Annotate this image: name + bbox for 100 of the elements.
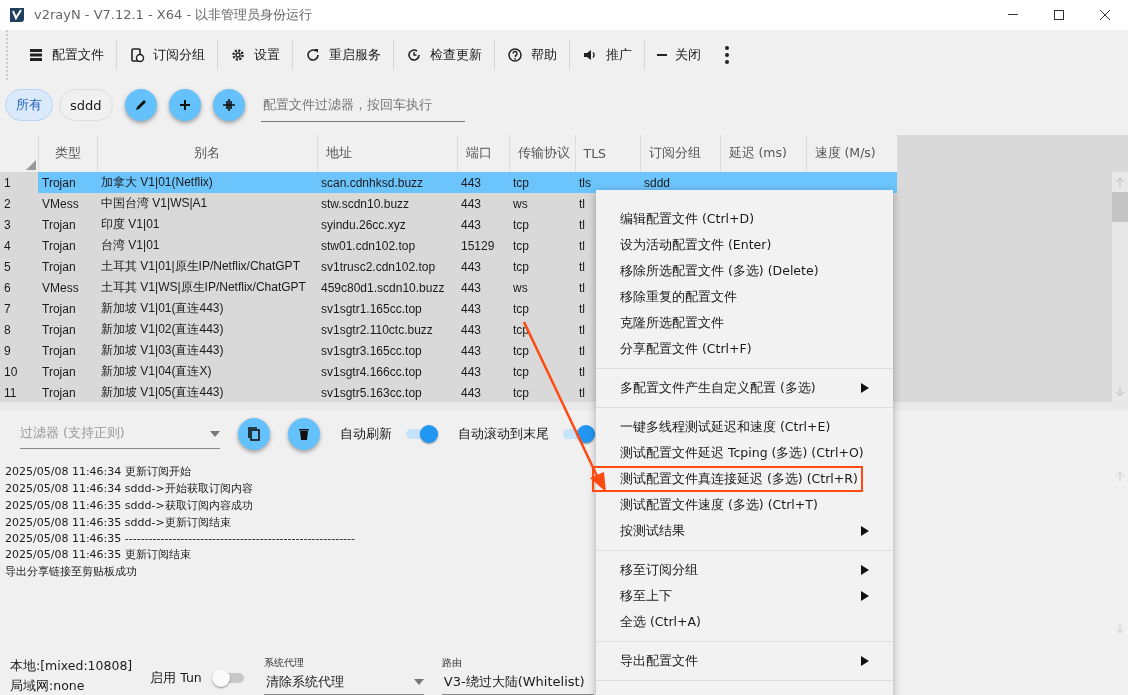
menu-item[interactable]: 导出配置文件 — [596, 648, 893, 674]
delete-button[interactable] — [288, 418, 320, 450]
menu-item[interactable]: 测试配置文件真连接延迟 (多选) (Ctrl+R) — [592, 466, 863, 492]
table-cell: tcp — [513, 343, 529, 358]
log-line: 2025/05/08 11:46:35 更新订阅结束 — [5, 547, 191, 562]
profile-filter-field[interactable]: 配置文件过滤器，按回车执行 — [260, 88, 465, 122]
logo-icon — [8, 6, 26, 24]
menu-item[interactable]: 分享配置文件 (Ctrl+F) — [596, 336, 893, 362]
table-cell: tl — [579, 280, 585, 295]
menu-item[interactable]: 编辑配置文件 (Ctrl+D) — [596, 206, 893, 232]
toolbar-button[interactable]: 配置文件 — [16, 39, 116, 71]
toggle-label: 自动滚动到末尾 — [458, 425, 549, 443]
table-cell: sv1sgtr2.110ctc.buzz — [321, 322, 433, 337]
toolbar-button[interactable]: 帮助 — [495, 39, 569, 71]
table-cell: tl — [579, 385, 585, 400]
dropdown-arrow-icon[interactable] — [413, 679, 424, 685]
field-label: 路由 — [441, 656, 463, 670]
menu-item[interactable]: 全选 (Ctrl+A) — [596, 609, 893, 635]
column-header[interactable]: 地址 — [317, 135, 457, 172]
group-tab[interactable]: sddd — [59, 89, 113, 121]
table-cell: Trojan — [42, 364, 76, 379]
table-cell: sv1sgtr3.165cc.top — [321, 343, 422, 358]
menu-item[interactable]: 设为活动配置文件 (Enter) — [596, 232, 893, 258]
row-number: 10 — [3, 363, 19, 381]
toolbar-button[interactable]: 设置 — [218, 39, 292, 71]
gear-icon — [230, 47, 246, 63]
auto-refresh-toggle[interactable] — [404, 425, 438, 443]
auto-scroll-toggle[interactable] — [561, 425, 595, 443]
copy-icon — [246, 426, 262, 442]
column-header[interactable]: 别名 — [97, 135, 317, 172]
group-tab[interactable]: 所有 — [5, 89, 53, 121]
log-line: 导出分享链接至剪贴板成功 — [5, 564, 137, 579]
column-header[interactable]: 传输协议 — [509, 135, 575, 172]
tun-toggle[interactable] — [211, 669, 246, 687]
menu-item[interactable]: 克隆所选配置文件 — [596, 310, 893, 336]
toolbar-button[interactable]: 推广 — [570, 39, 644, 71]
close-button[interactable] — [1099, 9, 1111, 21]
table-cell: tcp — [513, 385, 529, 400]
column-header[interactable]: 延迟 (ms) — [720, 135, 806, 172]
menu-item[interactable]: 移除所选配置文件 (多选) (Delete) — [596, 258, 893, 284]
dropdown-arrow-icon[interactable] — [210, 430, 220, 437]
toolbar-button[interactable]: 关闭 — [645, 39, 713, 71]
sort-button[interactable] — [212, 89, 245, 121]
column-header[interactable]: TLS — [575, 135, 640, 172]
menu-item[interactable]: 测试配置文件延迟 Tcping (多选) (Ctrl+O) — [596, 440, 893, 466]
speaker-icon — [582, 47, 598, 63]
menu-item[interactable]: 多配置文件产生自定义配置 (多选) — [596, 375, 893, 401]
row-number: 3 — [3, 216, 12, 234]
column-header[interactable]: 速度 (M/s) — [806, 135, 897, 172]
menu-item[interactable]: 测试配置文件速度 (多选) (Ctrl+T) — [596, 492, 893, 518]
table-cell: 443 — [461, 196, 482, 211]
window-title: v2rayN - V7.12.1 - X64 - 以非管理员身份运行 — [34, 6, 314, 24]
menu-item[interactable]: 移除重复的配置文件 — [596, 284, 893, 310]
toolbar-button[interactable]: 检查更新 — [394, 39, 494, 71]
toolbar-button[interactable]: 重启服务 — [293, 39, 393, 71]
menu-item[interactable]: 移至上下 — [596, 583, 893, 609]
table-cell: tl — [579, 259, 585, 274]
server-icon — [28, 47, 44, 63]
add-button[interactable] — [168, 89, 201, 121]
table-cell: 443 — [461, 217, 482, 232]
table-cell: 新加坡 V1|04(直连X) — [101, 364, 212, 378]
row-number: 2 — [0, 193, 38, 214]
table-cell: 459c80d1.scdn10.buzz — [321, 280, 445, 295]
log-line: 2025/05/08 11:46:35 sddd->更新订阅结束 — [5, 515, 231, 530]
table-cell: 443 — [461, 280, 482, 295]
log-line: 2025/05/08 11:46:35 ---------------------------------------------------------- — [5, 532, 355, 545]
table-cell: tcp — [513, 364, 529, 379]
minimize-button[interactable] — [1007, 14, 1019, 16]
menu-item[interactable]: 按测试结果 — [596, 518, 893, 544]
table-cell: stw01.cdn102.top — [321, 238, 416, 253]
table-cell: VMess — [42, 280, 79, 295]
column-header[interactable]: 端口 — [457, 135, 509, 172]
lan-text: 局域网:none — [10, 678, 86, 695]
row-number: 8 — [3, 321, 12, 339]
copy-button[interactable] — [238, 418, 270, 450]
column-header[interactable]: 订阅分组 — [640, 135, 720, 172]
table-cell: tl — [579, 217, 585, 232]
column-header[interactable]: 类型 — [38, 135, 97, 172]
table-cell: Trojan — [42, 238, 76, 253]
routing-dropdown[interactable]: V3-绕过大陆(Whitelist) — [441, 670, 594, 695]
submenu-arrow-icon — [861, 383, 869, 393]
scrollbar-thumb[interactable] — [1112, 192, 1128, 222]
table-cell: 印度 V1|01 — [101, 217, 160, 231]
table-cell: tl — [579, 343, 585, 358]
menu-item[interactable]: 一键多线程测试延迟和速度 (Ctrl+E) — [596, 414, 893, 440]
toolbar-button[interactable]: 订阅分组 — [117, 39, 217, 71]
table-cell: 中国台湾 V1|WS|A1 — [101, 196, 208, 210]
table-cell: 新加坡 V1|03(直连443) — [101, 343, 224, 357]
scrollbar[interactable] — [1112, 172, 1128, 402]
table-cell: 443 — [461, 259, 482, 274]
menu-item[interactable]: 移至订阅分组 — [596, 557, 893, 583]
row-number: 4 — [3, 237, 12, 255]
row-number: 1 — [0, 172, 38, 193]
table-cell: tcp — [513, 238, 529, 253]
table-cell: sddd — [644, 175, 671, 190]
edit-button[interactable] — [124, 89, 157, 121]
system-proxy-dropdown[interactable]: 清除系统代理 — [263, 670, 424, 695]
restart-icon — [305, 47, 321, 63]
maximize-button[interactable] — [1053, 9, 1065, 21]
table-cell: Trojan — [42, 175, 76, 190]
